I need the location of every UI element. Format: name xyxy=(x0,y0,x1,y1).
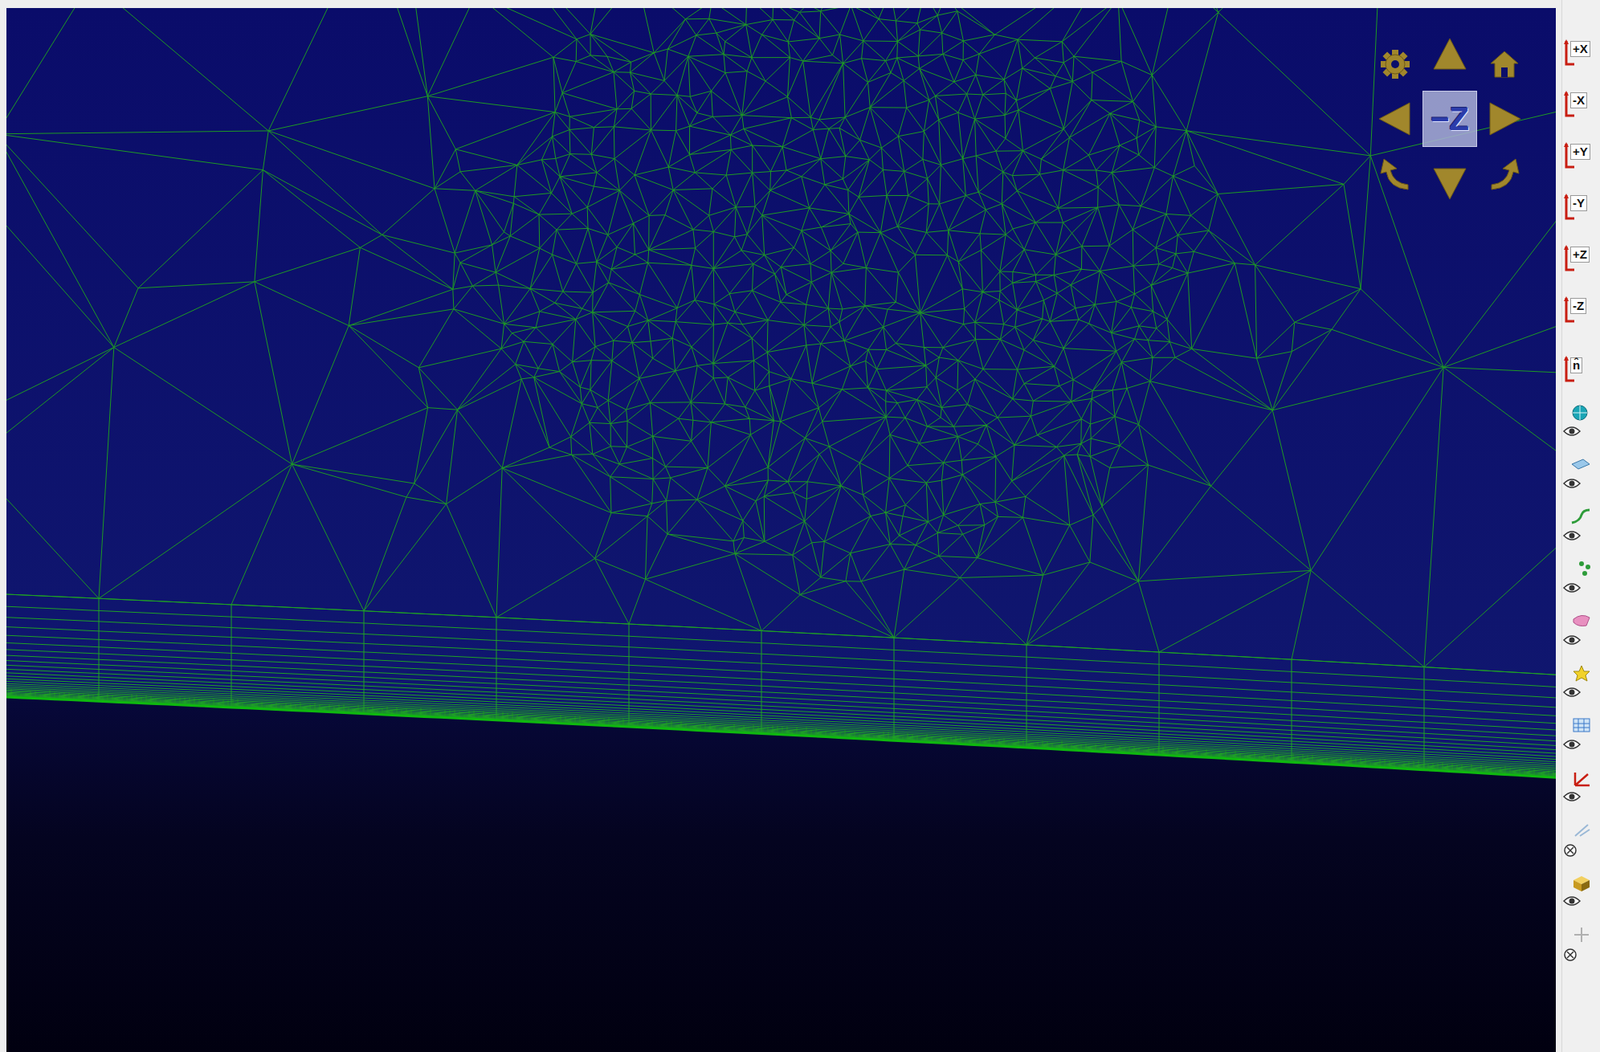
visibility-eye-icon[interactable] xyxy=(1562,873,1598,910)
app-window: −Z +X -X +Y -Y +Z -Z n̂ xyxy=(0,0,1600,1052)
view-direction-button[interactable]: +X xyxy=(1562,27,1600,79)
display-toggle[interactable] xyxy=(1562,499,1600,552)
wall-boundary xyxy=(6,697,1556,779)
left-arrow-icon[interactable] xyxy=(1377,101,1413,137)
mesh-canvas[interactable] xyxy=(6,8,1556,1052)
main-area: −Z xyxy=(0,0,1556,1052)
visibility-eye-icon[interactable] xyxy=(1562,404,1598,440)
visibility-eye-icon[interactable] xyxy=(1562,612,1598,649)
display-toggle[interactable] xyxy=(1562,551,1600,605)
solid-body xyxy=(6,697,1556,1052)
right-arrow-icon[interactable] xyxy=(1486,101,1523,137)
view-label: +X xyxy=(1570,40,1591,58)
view-direction-button[interactable]: +Y xyxy=(1562,130,1600,182)
display-toggle[interactable] xyxy=(1562,760,1600,813)
visibility-eye-icon[interactable] xyxy=(1562,508,1598,544)
view-label: -Z xyxy=(1570,297,1587,315)
view-label: -X xyxy=(1570,92,1588,110)
visibility-eye-icon[interactable] xyxy=(1562,560,1598,596)
view-direction-button[interactable]: -Y xyxy=(1562,181,1600,233)
grid-icon xyxy=(1573,718,1590,732)
view-toolbar: +X -X +Y -Y +Z -Z n̂ xyxy=(1561,0,1600,1052)
view-label: -Y xyxy=(1570,195,1588,213)
display-toggle[interactable] xyxy=(1562,812,1600,866)
view-direction-button[interactable]: -Z xyxy=(1562,284,1600,336)
up-arrow-icon[interactable] xyxy=(1432,36,1468,73)
mesh-wireframe xyxy=(6,8,1556,794)
shape-icon xyxy=(1573,615,1590,626)
visibility-eye-icon[interactable] xyxy=(1562,769,1598,805)
display-toggle[interactable] xyxy=(1562,656,1600,709)
display-toggle[interactable] xyxy=(1562,604,1600,657)
view-direction-button[interactable]: +Z xyxy=(1562,232,1600,285)
cube-icon xyxy=(1573,876,1590,892)
crosshair-icon xyxy=(1574,927,1589,943)
display-toggle[interactable] xyxy=(1562,917,1600,970)
mesh-viewport[interactable]: −Z xyxy=(6,8,1556,1052)
plane-icon xyxy=(1571,459,1590,470)
view-direction-button[interactable]: n̂ xyxy=(1562,343,1600,396)
vectors-icon xyxy=(1575,824,1590,837)
view-label: +Y xyxy=(1570,143,1591,161)
globe-icon xyxy=(1572,405,1588,421)
view-label: +Z xyxy=(1570,246,1590,264)
visibility-eye-icon[interactable] xyxy=(1562,665,1598,701)
navigation-cube[interactable]: −Z xyxy=(1367,36,1532,201)
display-toggle[interactable] xyxy=(1562,395,1600,448)
axes-icon xyxy=(1575,772,1590,786)
gear-icon[interactable] xyxy=(1379,48,1412,81)
display-toggle[interactable] xyxy=(1562,865,1600,918)
view-direction-button[interactable]: -X xyxy=(1562,78,1600,131)
light-icon xyxy=(1573,665,1590,682)
home-icon[interactable] xyxy=(1488,48,1521,81)
display-toggle[interactable] xyxy=(1562,708,1600,761)
rotate-left-icon[interactable] xyxy=(1377,155,1413,192)
view-label: n̂ xyxy=(1570,357,1583,375)
visibility-eye-icon[interactable] xyxy=(1562,456,1598,492)
curve-icon xyxy=(1571,510,1590,523)
visibility-eye-icon[interactable] xyxy=(1562,821,1598,858)
display-toggle[interactable] xyxy=(1562,447,1600,500)
points-icon xyxy=(1579,561,1591,576)
down-arrow-icon[interactable] xyxy=(1432,165,1468,201)
visibility-eye-icon[interactable] xyxy=(1562,926,1598,962)
cube-face[interactable]: −Z xyxy=(1422,90,1478,147)
visibility-eye-icon[interactable] xyxy=(1562,717,1598,753)
rotate-right-icon[interactable] xyxy=(1486,155,1523,192)
